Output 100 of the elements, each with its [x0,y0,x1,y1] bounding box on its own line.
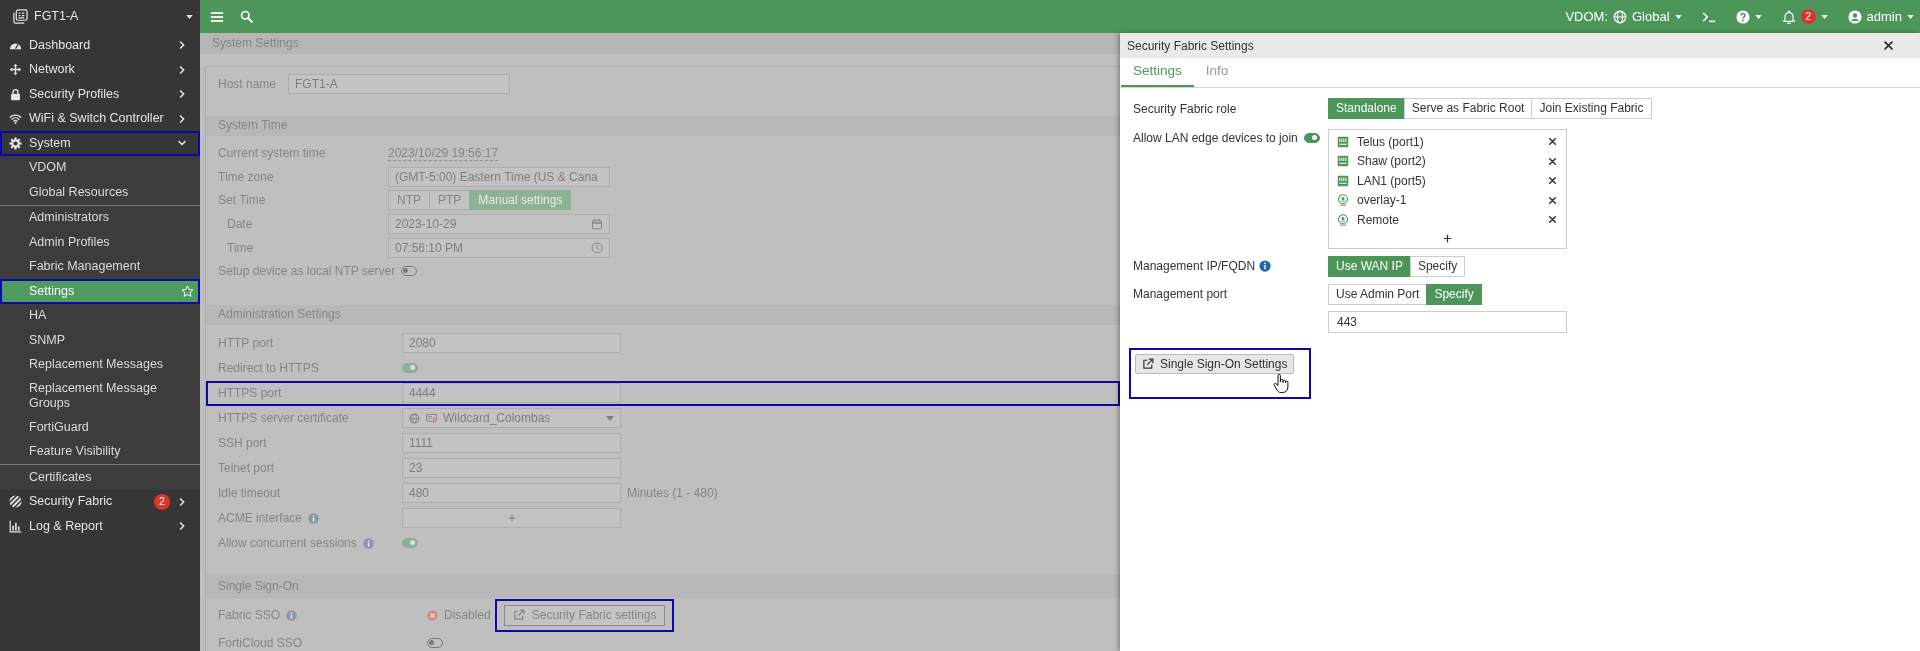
chevron-icon [177,113,187,124]
toggle-switch[interactable] [402,363,418,374]
field-label: HTTPS server certificate [218,410,349,428]
sidebar-item[interactable]: Fabric Management [0,254,200,279]
sidebar-item[interactable]: VDOM [0,155,200,180]
status-text: Disabled [444,607,491,625]
gear-icon [9,136,22,150]
globe-icon [1613,9,1627,24]
sidebar-item[interactable]: Feature Visibility [0,439,200,464]
field-label: Telnet port [218,460,275,478]
remove-icon[interactable] [1548,176,1557,186]
calendar-icon[interactable] [591,218,603,231]
sidebar-item[interactable]: Security Fabric 2 [0,489,200,514]
move-arrows-icon [9,63,22,77]
text-field[interactable]: 443 [1328,310,1567,333]
toggle-switch[interactable] [1304,133,1320,143]
caret-icon [1907,14,1914,19]
member-name: overlay-1 [1357,192,1408,210]
sidebar-item[interactable]: Dashboard [0,33,200,58]
member-name: Shaw (port2) [1357,153,1427,171]
star-icon[interactable] [181,284,194,298]
info-icon[interactable] [1259,260,1272,272]
field-label: Set Time [218,192,266,210]
option-button[interactable]: Use Admin Port [1328,283,1428,305]
field-label: Time zone [218,168,274,186]
field-label: Fabric SSO [218,607,280,625]
add-field[interactable] [402,508,621,529]
user-icon [1847,9,1862,24]
chevron-icon [177,40,187,51]
sidebar-item[interactable]: Log & Report [0,514,200,539]
bar-chart-icon [9,519,22,533]
field-label: Management IP/FQDN [1133,258,1256,275]
caret-icon [1754,14,1762,19]
port-icon [1337,174,1349,187]
info-icon[interactable] [308,512,320,524]
field-label: Allow concurrent sessions [218,535,357,553]
notifications-menu[interactable]: 2 [1781,9,1828,24]
remove-icon[interactable] [1548,137,1557,147]
lock-icon [9,87,22,101]
field-label: FortiCloud SSO [218,634,303,651]
globe-icon [409,412,420,424]
field-label: Setup device as local NTP server [218,263,396,281]
field-label: Host name [218,75,277,93]
sidebar-item[interactable]: SNMP [0,328,200,353]
option-button[interactable]: Use WAN IP [1328,255,1411,277]
option-button[interactable]: Standalone [1328,98,1405,119]
chevron-icon [177,521,187,532]
help-menu[interactable] [1735,9,1762,24]
sso-settings-button[interactable]: Single Sign-On Settings [1135,353,1295,374]
sidebar-item[interactable]: Replacement Messages [0,352,200,377]
option-button[interactable]: Join Existing Fabric [1531,98,1652,119]
port-icon [1337,135,1349,148]
hint-text: Minutes (1 - 480) [627,485,718,503]
wifi-icon [9,112,22,126]
device-selector[interactable]: FGT1-A [0,0,200,33]
sidebar-item[interactable]: Security Profiles [0,82,200,107]
port-icon [1337,155,1349,168]
option-button[interactable]: Serve as Fabric Root [1403,98,1533,119]
sidebar-item[interactable]: Admin Profiles [0,230,200,255]
member-list-field[interactable]: Telus (port1) Shaw (port2) LAN1 (port5) overlay-1 Remote [1328,129,1567,249]
close-icon[interactable] [1883,40,1894,51]
menu-icon[interactable] [210,9,224,24]
remove-icon[interactable] [1548,215,1557,225]
toggle-switch[interactable] [402,538,418,549]
option-button[interactable]: Specify [1426,283,1482,305]
option-button[interactable]: Specify [1409,255,1466,277]
vdom-label: VDOM: [1565,7,1608,26]
ring-icon [1337,213,1349,226]
sidebar-item[interactable]: Global Resources [0,180,200,205]
device-icon [13,9,28,24]
vdom-dropdown[interactable]: Global [1613,6,1682,27]
chevron-icon [177,89,187,100]
caret-icon [1820,14,1828,19]
field-label: Management port [1133,286,1228,303]
info-icon[interactable] [362,537,374,549]
user-menu[interactable]: admin [1847,6,1914,27]
x-circle-icon [427,609,438,621]
help-icon [1735,9,1750,24]
sidebar-item[interactable]: Replacement Message Groups [0,377,200,415]
sidebar-item[interactable]: FortiGuard [0,415,200,440]
field-label: Idle timeout [218,485,281,503]
field-label: Allow LAN edge devices to join [1133,130,1298,147]
sidebar-item[interactable]: HA [0,303,200,328]
sidebar-item[interactable]: Administrators [0,205,200,230]
count-badge: 2 [1800,9,1816,24]
panel-title: Security Fabric Settings [1127,37,1254,55]
remove-icon[interactable] [1548,156,1557,166]
sidebar-item[interactable]: Network [0,57,200,82]
sidebar-item[interactable]: Certificates [0,465,200,490]
sidebar-item[interactable]: WiFi & Switch Controller [0,106,200,131]
field-label: Time [227,239,254,257]
info-icon[interactable] [286,609,297,621]
field-label: SSH port [218,435,267,453]
remove-icon[interactable] [1548,195,1557,205]
plus-icon[interactable] [1443,233,1452,243]
search-icon[interactable] [240,10,253,23]
member-name: LAN1 (port5) [1357,172,1427,190]
sidebar-item[interactable]: System [0,131,200,156]
field-label: Security Fabric role [1133,100,1237,118]
tab[interactable]: Settings [1121,58,1194,87]
